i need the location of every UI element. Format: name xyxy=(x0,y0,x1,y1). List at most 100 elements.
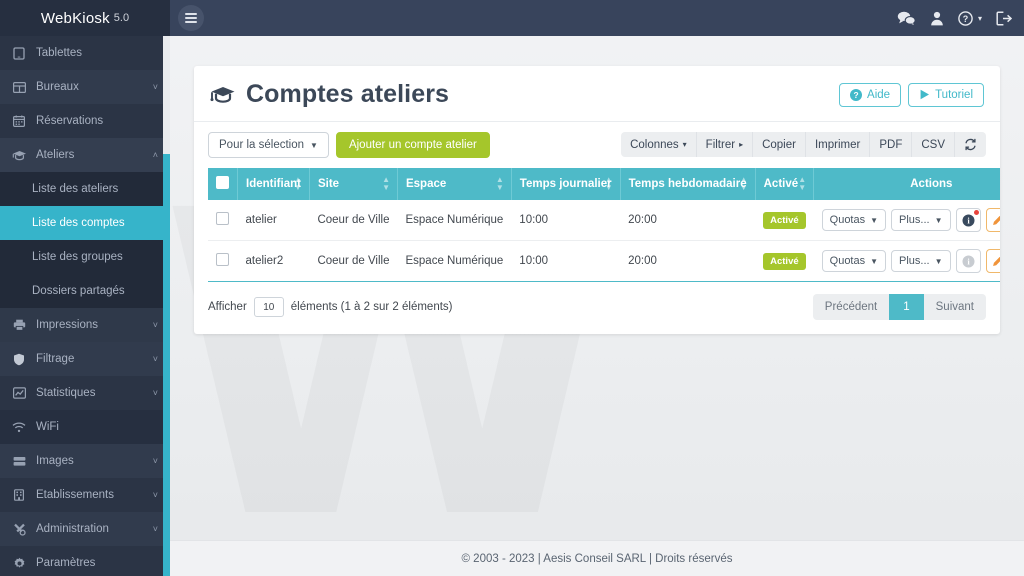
sidebar-item-label: Établissements xyxy=(36,489,114,501)
column-temps-hebdomadaire[interactable]: Temps hebdomadaire ▲ ▼ xyxy=(620,168,756,200)
filtrer-button[interactable]: Filtrer ▸ xyxy=(697,132,754,157)
chevron-down-icon: ˅ xyxy=(152,82,158,92)
chevron-right-icon: ▸ xyxy=(739,140,744,149)
cell-actions: Quotas ▼ Plus... ▼ i xyxy=(813,200,1000,241)
svg-text:?: ? xyxy=(853,90,858,100)
chevron-down-icon: ˅ xyxy=(152,320,158,330)
column-espace[interactable]: Espace ▲ ▼ xyxy=(397,168,512,200)
select-all-column[interactable] xyxy=(208,168,238,200)
info-button[interactable]: i xyxy=(955,208,981,232)
select-all-checkbox[interactable] xyxy=(216,176,229,189)
sidebar-item-label: Ateliers xyxy=(36,149,75,161)
tablet-icon xyxy=(10,46,28,60)
edit-button[interactable] xyxy=(985,249,1000,273)
pagination-next[interactable]: Suivant xyxy=(924,294,986,320)
chevron-down-icon: ▼ xyxy=(934,215,943,225)
page-footer: © 2003 - 2023 | Aesis Conseil SARL | Dro… xyxy=(170,540,1024,576)
plus-label: Plus... xyxy=(899,255,930,267)
sidebar-scrollbar[interactable] xyxy=(163,36,170,576)
chevron-down-icon: ˅ xyxy=(152,354,158,364)
quotas-dropdown[interactable]: Quotas ▼ xyxy=(821,209,887,231)
info-button[interactable]: i xyxy=(955,249,981,273)
sidebar-item-ateliers[interactable]: Ateliers ˄ xyxy=(0,138,170,172)
shield-icon xyxy=(10,353,28,366)
sidebar-item-bureaux[interactable]: Bureaux ˅ xyxy=(0,70,170,104)
sidebar-item-images[interactable]: Images ˅ xyxy=(0,444,170,478)
table-row[interactable]: atelier2 Coeur de Ville Espace Numérique… xyxy=(208,240,1000,282)
sidebar-item-statistiques[interactable]: Statistiques ˅ xyxy=(0,376,170,410)
chevron-down-icon[interactable]: ▾ xyxy=(978,14,982,23)
row-select-cell[interactable] xyxy=(208,200,238,241)
column-temps-journalier[interactable]: Temps journalier ▲ ▼ xyxy=(511,168,621,200)
sidebar-item-label: Images xyxy=(36,455,74,467)
pdf-button[interactable]: PDF xyxy=(870,132,913,157)
csv-button[interactable]: CSV xyxy=(912,132,955,157)
column-active[interactable]: Activé ▲ ▼ xyxy=(755,168,815,200)
card-header: Comptes ateliers ? Aide Tutoriel xyxy=(194,66,1000,122)
sidebar-item-etablissements[interactable]: Établissements ˅ xyxy=(0,478,170,512)
comments-icon[interactable] xyxy=(897,11,916,26)
column-site[interactable]: Site ▲ ▼ xyxy=(309,168,398,200)
cell-espace: Espace Numérique xyxy=(397,240,512,282)
page-title: Comptes ateliers xyxy=(210,80,449,109)
sidebar-scrollbar-thumb[interactable] xyxy=(163,36,170,154)
sidebar-item-parametres[interactable]: Paramètres xyxy=(0,546,170,576)
cell-temps-journalier: 10:00 xyxy=(511,240,621,282)
quotas-dropdown[interactable]: Quotas ▼ xyxy=(821,250,887,272)
tutoriel-button[interactable]: Tutoriel xyxy=(908,82,984,107)
sidebar-item-label: Statistiques xyxy=(36,387,96,399)
sidebar-item-liste-des-ateliers[interactable]: Liste des ateliers xyxy=(0,172,170,206)
pour-la-selection-label: Pour la sélection xyxy=(219,139,305,151)
graduation-cap-icon xyxy=(10,150,28,161)
content-area: W Comptes ateliers ? xyxy=(170,36,1024,576)
refresh-button[interactable] xyxy=(955,132,986,157)
column-identifiant[interactable]: Identifiant ▲ ▼ xyxy=(237,168,310,200)
cell-active: Activé xyxy=(755,200,814,241)
sidebar-item-dossiers-partages[interactable]: Dossiers partagés xyxy=(0,274,170,308)
sort-icon: ▲ ▼ xyxy=(739,175,748,192)
pagination-page-1[interactable]: 1 xyxy=(889,294,924,320)
sidebar-item-filtrage[interactable]: Filtrage ˅ xyxy=(0,342,170,376)
aide-button[interactable]: ? Aide xyxy=(839,82,902,107)
status-badge: Activé xyxy=(763,211,806,229)
sidebar-item-label: Impressions xyxy=(36,319,98,331)
help-circle-icon[interactable]: ? xyxy=(958,10,973,26)
gear-icon xyxy=(10,557,28,570)
pagination-prev[interactable]: Précédent xyxy=(813,294,889,320)
sidebar-item-reservations[interactable]: Réservations xyxy=(0,104,170,138)
brand-logo[interactable]: WebKiosk 5.0 xyxy=(0,0,170,36)
sidebar-item-tablettes[interactable]: Tablettes xyxy=(0,36,170,70)
toolbar-right: Colonnes ▾ Filtrer ▸ Copier Imprimer PDF… xyxy=(621,132,986,157)
table-row[interactable]: atelier Coeur de Ville Espace Numérique … xyxy=(208,200,1000,241)
chart-line-icon xyxy=(10,387,28,399)
plus-dropdown[interactable]: Plus... ▼ xyxy=(891,209,951,231)
refresh-icon xyxy=(964,138,977,151)
pour-la-selection-dropdown[interactable]: Pour la sélection ▼ xyxy=(208,132,329,158)
row-select-cell[interactable] xyxy=(208,240,238,282)
chevron-down-icon: ˅ xyxy=(152,524,158,534)
user-icon[interactable] xyxy=(930,11,944,26)
imprimer-button[interactable]: Imprimer xyxy=(806,132,871,157)
pagination: Précédent 1 Suivant xyxy=(812,294,986,320)
sidebar-item-wifi[interactable]: WiFi xyxy=(0,410,170,444)
plus-dropdown[interactable]: Plus... ▼ xyxy=(891,250,951,272)
hamburger-menu-button[interactable] xyxy=(178,5,204,31)
copier-button[interactable]: Copier xyxy=(753,132,806,157)
sidebar-item-impressions[interactable]: Impressions ˅ xyxy=(0,308,170,342)
pdf-label: PDF xyxy=(879,138,903,151)
colonnes-button[interactable]: Colonnes ▾ xyxy=(621,132,697,157)
row-checkbox[interactable] xyxy=(216,253,229,266)
row-checkbox[interactable] xyxy=(216,212,229,225)
table-footer: Afficher 10 éléments (1 à 2 sur 2 élémen… xyxy=(194,282,1000,334)
logout-icon[interactable] xyxy=(996,10,1012,26)
cell-identifiant: atelier xyxy=(237,200,310,241)
sidebar-item-liste-des-groupes[interactable]: Liste des groupes xyxy=(0,240,170,274)
sidebar-item-administration[interactable]: Administration ˅ xyxy=(0,512,170,546)
sidebar-item-liste-des-comptes[interactable]: Liste des comptes xyxy=(0,206,170,240)
page-size-input[interactable]: 10 xyxy=(253,297,284,317)
sidebar-item-label: Tablettes xyxy=(36,47,83,59)
cell-temps-journalier: 10:00 xyxy=(511,200,621,241)
add-compte-atelier-button[interactable]: Ajouter un compte atelier xyxy=(335,132,490,158)
svg-text:?: ? xyxy=(963,14,969,24)
edit-button[interactable] xyxy=(985,208,1000,232)
